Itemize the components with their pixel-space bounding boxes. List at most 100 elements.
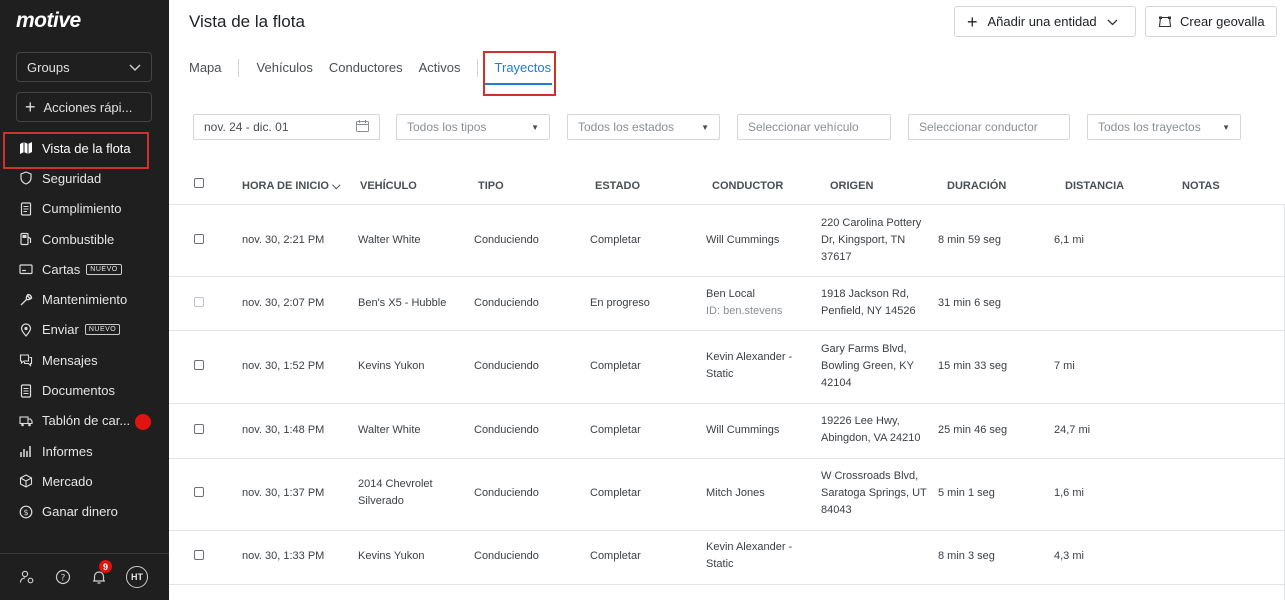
table-row[interactable]: nov. 30, 1:33 PM Kevins Yukon Conduciend… [169,531,1285,585]
sidebar-footer: ? 9 HT [0,553,169,600]
sidebar-item-maintenance[interactable]: Mantenimiento [0,284,169,314]
cell-type: Conduciendo [474,424,539,436]
sidebar-item-label: Ganar dinero [42,504,118,520]
table-row[interactable]: nov. 30, 1:37 PM 2014 Chevrolet Silverad… [169,459,1285,531]
tab-vehicles[interactable]: Vehículos [239,52,329,92]
tab-drivers[interactable]: Conductores [329,52,419,92]
cell-vehicle[interactable]: Kevins Yukon [358,358,424,375]
table-row[interactable]: nov. 30, 2:21 PM Walter White Conduciend… [169,205,1285,277]
cell-origin-line1: 19226 Lee Hwy, [821,415,900,427]
sidebar-item-messages[interactable]: Mensajes [0,345,169,375]
sidebar-item-label: Mercado [42,473,93,489]
cell-vehicle[interactable]: Ben's X5 - Hubble [358,295,446,312]
tab-label: Conductores [328,60,403,75]
cell-driver-id: ID: ben.stevens [706,305,783,317]
highlight-box [483,51,556,96]
geofence-icon [1158,16,1172,28]
sidebar-item-fleet-view[interactable]: Vista de la flota [0,131,169,170]
tab-assets[interactable]: Activos [419,52,477,92]
cell-origin-line1: W Crossroads Blvd, [821,470,919,482]
sidebar-item-fuel[interactable]: Combustible [0,224,169,254]
column-start-time[interactable]: HORA DE INICIO ⌵ [242,180,340,193]
shield-icon [18,170,34,186]
cell-driver[interactable]: Will Cummings [706,232,779,249]
cell-vehicle[interactable]: Walter White [358,422,421,439]
cell-origin-line3: 84043 [821,504,852,516]
cell-status: En progreso [590,297,650,309]
cell-origin-line1: Gary Farms Blvd, [821,343,907,355]
sidebar-item-dispatch[interactable]: Enviar NUEVO [0,315,169,345]
svg-text:?: ? [61,574,66,584]
groups-dropdown[interactable]: Groups [16,52,152,82]
row-checkbox[interactable] [194,487,204,497]
avatar[interactable]: HT [126,566,148,588]
sidebar-item-label: Documentos [42,383,115,399]
sidebar-item-cards[interactable]: Cartas NUEVO [0,254,169,284]
sidebar-item-label: Seguridad [42,170,102,186]
row-checkbox[interactable] [194,297,204,307]
cell-driver[interactable]: Mitch Jones [706,485,765,502]
cell-duration: 25 min 46 seg [938,424,1008,436]
notification-count: 9 [99,560,112,573]
column-type: TIPO [478,180,504,192]
plus-icon: + [967,11,978,32]
create-geofence-button[interactable]: Crear geovalla [1145,6,1277,37]
alert-dot [135,413,151,430]
sidebar-item-earn-money[interactable]: $ Ganar dinero [0,497,169,527]
row-checkbox[interactable] [194,234,204,244]
trips-filter-select[interactable]: Todos los trayectos ▼ [1087,114,1241,140]
cell-distance: 6,1 mi [1054,234,1084,246]
sidebar-item-label: Tablón de car... [42,413,131,429]
add-entity-button[interactable]: + Añadir una entidad [954,6,1136,37]
sidebar-item-label: Vista de la flota [42,140,131,156]
sidebar-item-documents[interactable]: Documentos [0,375,169,405]
type-filter-placeholder: Todos los tipos [407,120,487,134]
fuel-icon [18,231,34,247]
cell-start-time: nov. 30, 2:21 PM [242,234,325,246]
status-filter-select[interactable]: Todos los estados ▼ [567,114,720,140]
motive-logo[interactable]: motive [16,9,81,33]
sidebar-item-marketplace[interactable]: Mercado [0,466,169,496]
tab-map[interactable]: Mapa [189,52,238,92]
table-row[interactable]: nov. 30, 1:52 PM Kevins Yukon Conduciend… [169,331,1285,404]
select-all-checkbox[interactable] [194,178,204,188]
type-filter-select[interactable]: Todos los tipos ▼ [396,114,550,140]
settings-icon[interactable] [18,568,36,586]
sidebar: motive Groups + Acciones rápi... Vista d… [0,0,169,600]
sidebar-item-compliance[interactable]: Cumplimiento [0,194,169,224]
cell-origin-line1: 1918 Jackson Rd, [821,288,910,300]
sidebar-item-label: Mensajes [42,352,98,368]
cell-vehicle[interactable]: Walter White [358,232,421,249]
dollar-icon: $ [18,504,34,520]
truck-icon [18,413,34,429]
sidebar-item-reports[interactable]: Informes [0,436,169,466]
driver-select-input[interactable]: Seleccionar conductor [908,114,1070,140]
sidebar-item-load-board[interactable]: Tablón de car... [0,406,169,436]
cell-driver[interactable]: Ben Local [706,286,755,303]
row-checkbox[interactable] [194,360,204,370]
date-range-picker[interactable]: nov. 24 - dic. 01 [193,114,380,140]
new-badge: NUEVO [84,324,121,336]
row-checkbox[interactable] [194,550,204,560]
caret-down-icon: ▼ [531,122,539,132]
table-row[interactable]: nov. 30, 1:48 PM Walter White Conduciend… [169,404,1285,459]
row-checkbox[interactable] [194,424,204,434]
column-notes: NOTAS [1182,180,1220,192]
cell-driver[interactable]: Will Cummings [706,422,779,439]
sidebar-item-security[interactable]: Seguridad [0,163,169,193]
cell-driver[interactable]: Kevin Alexander - [706,349,792,366]
bell-icon[interactable]: 9 [90,560,112,586]
quick-actions-button[interactable]: + Acciones rápi... [16,92,152,122]
cell-driver[interactable]: Kevin Alexander - [706,539,792,556]
cell-vehicle[interactable]: Kevins Yukon [358,548,424,565]
message-icon [18,352,34,368]
sidebar-item-label: Enviar [42,322,79,338]
driver-select-placeholder: Seleccionar conductor [919,120,1038,134]
cell-duration: 8 min 3 seg [938,550,995,562]
help-icon[interactable]: ? [54,568,72,586]
cell-type: Conduciendo [474,487,539,499]
vehicle-select-input[interactable]: Seleccionar vehículo [737,114,891,140]
cell-vehicle[interactable]: 2014 Chevrolet [358,476,433,493]
sidebar-item-label: Informes [42,443,93,459]
table-row[interactable]: nov. 30, 2:07 PM Ben's X5 - Hubble Condu… [169,277,1285,331]
